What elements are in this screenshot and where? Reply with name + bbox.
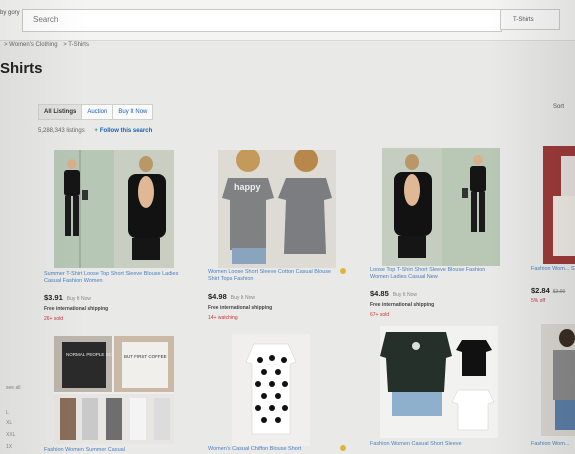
listing-title[interactable]: Women Loose Short Sleeve Cotton Casual B… [208, 269, 338, 283]
listing-image[interactable]: happy [218, 150, 336, 268]
listing-image[interactable] [382, 148, 500, 266]
listing-price: $4.98 Buy It Now [208, 292, 255, 301]
sold-count: 26+ sold [44, 316, 64, 322]
listing-image[interactable] [541, 324, 575, 436]
price-value: $4.98 [208, 292, 227, 301]
buy-it-now-label: Buy It Now [392, 292, 417, 298]
size-filter-item[interactable]: 1X [6, 444, 12, 450]
listing-title[interactable]: Fashion Women Summer Casual [44, 447, 184, 454]
buy-it-now-label: Buy It Now [66, 296, 91, 302]
shipping-info: Free international shipping [370, 302, 435, 308]
listing-title[interactable]: Summer T-Shirt Loose Top Short Sleeve Bl… [44, 271, 184, 285]
listing-image[interactable] [380, 326, 498, 438]
listing-price: $4.85 Buy It Now [370, 289, 417, 298]
sort-dropdown[interactable]: Sort [553, 104, 564, 110]
results-row: 5,288,343 listings + Follow this search [38, 128, 152, 134]
size-filter-item[interactable]: L [6, 410, 9, 416]
shop-by-category-button[interactable]: by gory [0, 10, 22, 17]
top-search-bar: by gory T-Shirts [0, 0, 575, 41]
discount-label: 5% off [531, 298, 546, 304]
sold-count: 67+ sold [370, 312, 390, 318]
page-title: Shirts [0, 60, 43, 77]
watch-icon[interactable] [340, 268, 346, 274]
breadcrumb-item[interactable]: > T-Shirts [63, 42, 89, 48]
shipping-info: Free international shipping [208, 305, 273, 311]
shirt-print-text: BUT FIRST COFFEE [124, 354, 167, 359]
plus-icon: + [94, 128, 98, 134]
search-box[interactable] [22, 9, 502, 32]
listing-image[interactable] [543, 146, 575, 264]
shirt-print-text: happy [234, 182, 261, 192]
follow-search-link[interactable]: + Follow this search [94, 128, 152, 134]
see-all-link[interactable]: see all [6, 385, 20, 391]
listing-price: $2.84 $2.99 [531, 286, 565, 295]
listing-image[interactable] [232, 334, 310, 446]
listing-image[interactable] [54, 150, 174, 268]
listing-type-tabs: All Listings Auction Buy It Now [38, 104, 154, 120]
shipping-info: Free international shipping [44, 306, 109, 312]
listing-title[interactable]: Fashion Wom... [531, 441, 575, 448]
breadcrumb: > Women's Clothing > T-Shirts [4, 42, 93, 48]
listing-title[interactable]: Fashion Wom... Sleeve Cotto... [531, 266, 575, 273]
listing-price: $3.91 Buy It Now [44, 293, 91, 302]
watching-count: 14+ watching [208, 315, 238, 321]
buy-it-now-label: Buy It Now [230, 295, 255, 301]
price-value: $2.84 [531, 286, 550, 295]
breadcrumb-item[interactable]: > Women's Clothing [4, 42, 58, 48]
original-price: $2.99 [552, 289, 566, 295]
size-filter-item[interactable]: XL [6, 420, 12, 426]
listing-title[interactable]: Loose Top T-Shirt Short Sleeve Blouse Fa… [370, 267, 502, 281]
listing-title[interactable]: Women's Casual Chiffon Blouse Short [208, 446, 338, 453]
size-filter-item[interactable]: XXL [6, 432, 15, 438]
results-count: 5,288,343 listings [38, 128, 85, 134]
tab-buy-it-now[interactable]: Buy It Now [113, 105, 152, 119]
listing-image[interactable]: NORMAL PEOPLE SCARE ME BUT FIRST COFFEE [54, 336, 174, 444]
search-input[interactable] [33, 10, 453, 29]
listing-title[interactable]: Fashion Women Casual Short Sleeve [370, 441, 502, 448]
price-value: $3.91 [44, 293, 63, 302]
tab-auction[interactable]: Auction [82, 105, 114, 119]
follow-label: Follow this search [99, 128, 153, 134]
category-select[interactable]: T-Shirts [500, 9, 560, 30]
tab-all-listings[interactable]: All Listings [39, 105, 83, 119]
price-value: $4.85 [370, 289, 389, 298]
watch-icon[interactable] [340, 445, 346, 451]
